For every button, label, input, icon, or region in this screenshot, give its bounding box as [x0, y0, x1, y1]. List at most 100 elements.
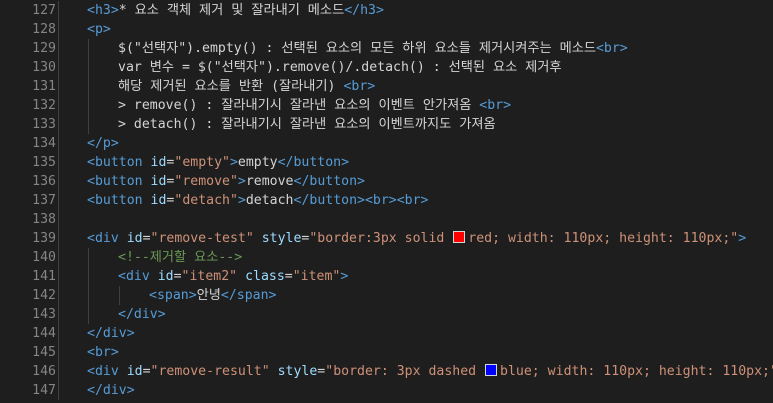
code-line[interactable]: 131 해당 제거된 요소를 반환 (잘라내기) <br>	[0, 77, 773, 96]
line-number: 141	[32, 269, 56, 284]
code-token: detach	[245, 193, 294, 208]
code-line[interactable]: 130 var 변수 = $("선택자").remove()/.detach() …	[0, 58, 773, 77]
code-token: <button	[87, 193, 151, 208]
line-number: 144	[32, 326, 56, 341]
code-editor[interactable]: 127 <h3>* 요소 객체 제거 및 잘라내기 메소드</h3> 128 <p> 1…	[0, 0, 773, 403]
code-token: id	[157, 269, 174, 284]
indent-guide	[58, 77, 59, 96]
code-token: red; width: 110px; height: 110px;"	[468, 231, 739, 246]
code-line[interactable]: 144 </div>	[0, 324, 773, 343]
code-token: </span>	[220, 288, 277, 303]
code-text: > detach() : 잘라내기시 잘라낸 요소의 이벤트까지도 가져옴	[118, 115, 496, 134]
code-line[interactable]: 134 </p>	[0, 134, 773, 153]
indent-guide	[88, 305, 89, 324]
code-line[interactable]: 146 <div id="remove-result" style="border…	[0, 362, 773, 381]
code-token: style	[277, 364, 318, 379]
line-number: 143	[32, 307, 56, 322]
indent-guide	[88, 267, 89, 286]
code-text: <p>	[87, 20, 111, 39]
code-line[interactable]: 138	[0, 210, 773, 229]
code-line[interactable]: 147 </div>	[0, 381, 773, 400]
code-line[interactable]: 132 > remove() : 잘라내기시 잘라낸 요소의 이벤트 안가져옴 <…	[0, 96, 773, 115]
code-token: =	[173, 269, 182, 284]
code-token: </div>	[87, 326, 135, 341]
color-swatch[interactable]	[485, 364, 498, 376]
code-line[interactable]: 129 $("선택자").empty() : 선택된 요소의 모든 하위 요소들 …	[0, 39, 773, 58]
indent-guide	[58, 172, 59, 191]
line-number: 135	[32, 155, 56, 170]
code-token: var 변수 = $("선택자").remove()/.detach() : 선…	[118, 60, 562, 75]
code-token: =	[142, 231, 151, 246]
code-token: >	[237, 174, 246, 189]
indent-guide	[58, 39, 59, 58]
indent-guide	[58, 96, 59, 115]
code-token: </button><br><br>	[293, 193, 429, 208]
code-token: blue; width: 110px; height: 110px;"	[500, 364, 773, 379]
indent-guide	[58, 381, 59, 400]
code-token: 안녕	[196, 288, 221, 303]
indent-guide	[88, 77, 89, 96]
code-line[interactable]: 127 <h3>* 요소 객체 제거 및 잘라내기 메소드</h3>	[0, 1, 773, 20]
code-token: <div	[87, 231, 127, 246]
code-line[interactable]: 128 <p>	[0, 20, 773, 39]
indent-guide	[88, 248, 89, 267]
code-line[interactable]: 137 <button id="detach">detach</button><b…	[0, 191, 773, 210]
code-token: =	[284, 269, 293, 284]
code-token: <div	[87, 364, 127, 379]
code-token: <button	[87, 174, 151, 189]
code-text: <button id="remove">remove</button>	[87, 172, 365, 191]
indent-guide	[58, 248, 59, 267]
code-line[interactable]: 136 <button id="remove">remove</button>	[0, 172, 773, 191]
code-token: >	[340, 269, 349, 284]
code-token: $("선택자").empty() : 선택된 요소의 모든 하위 요소들 제거시…	[118, 41, 596, 56]
code-token: "border:3px solid	[309, 231, 453, 246]
code-text: $("선택자").empty() : 선택된 요소의 모든 하위 요소들 제거시…	[118, 39, 628, 58]
color-swatch[interactable]	[453, 231, 466, 243]
indent-guide	[58, 1, 59, 20]
code-line[interactable]: 139 <div id="remove-test" style="border:3…	[0, 229, 773, 248]
code-token: </div>	[118, 307, 166, 322]
code-text: </p>	[87, 134, 119, 153]
code-token: id	[150, 193, 167, 208]
code-text: <br>	[87, 343, 119, 362]
indent-guide	[58, 153, 59, 172]
code-token: 해당 제거된 요소를 반환 (잘라내기)	[118, 79, 344, 94]
code-token: "remove-result"	[150, 364, 278, 379]
indent-guide	[88, 115, 89, 134]
line-number: 146	[32, 364, 56, 379]
code-text: > remove() : 잘라내기시 잘라낸 요소의 이벤트 안가져옴 <br>	[118, 96, 511, 115]
indent-guide	[58, 286, 59, 305]
code-token: remove	[245, 174, 294, 189]
code-line[interactable]: 141 <div id="item2" class="item">	[0, 267, 773, 286]
code-line[interactable]: 145 <br>	[0, 343, 773, 362]
line-number: 133	[32, 117, 56, 132]
indent-guide	[58, 20, 59, 39]
line-number: 139	[32, 231, 56, 246]
code-line[interactable]: 143 </div>	[0, 305, 773, 324]
code-line[interactable]: 142 <span>안녕</span>	[0, 286, 773, 305]
code-token: id	[126, 364, 143, 379]
code-token: <button	[87, 155, 151, 170]
code-text: </div>	[118, 305, 166, 324]
code-token: class	[245, 269, 285, 284]
code-line[interactable]: 135 <button id="empty">empty</button>	[0, 153, 773, 172]
indent-guide	[58, 229, 59, 248]
code-text: 해당 제거된 요소를 반환 (잘라내기) <br>	[118, 77, 375, 96]
code-token: >	[229, 155, 238, 170]
code-token: <span>	[149, 288, 197, 303]
code-text: <h3>* 요소 객체 제거 및 잘라내기 메소드</h3>	[87, 1, 384, 20]
line-number: 137	[32, 193, 56, 208]
code-token: "border: 3px dashed	[325, 364, 485, 379]
line-number: 134	[32, 136, 56, 151]
code-token: =	[142, 364, 151, 379]
indent-guide	[58, 210, 59, 229]
code-token: <p>	[87, 22, 111, 37]
indent-guide	[58, 305, 59, 324]
line-number: 130	[32, 60, 56, 75]
code-line[interactable]: 140 <!--제거할 요소-->	[0, 248, 773, 267]
code-token: <!--제거할 요소-->	[118, 250, 243, 265]
line-number: 142	[32, 288, 56, 303]
indent-guide	[88, 58, 89, 77]
indent-guide	[58, 58, 59, 77]
code-line[interactable]: 133 > detach() : 잘라내기시 잘라낸 요소의 이벤트까지도 가져옴	[0, 115, 773, 134]
